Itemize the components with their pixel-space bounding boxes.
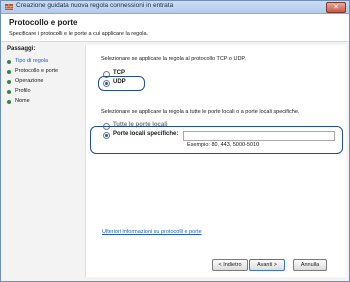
ports-example: Esempio: 80, 443, 5000-5010 — [187, 142, 260, 148]
step-label: Nome — [15, 98, 30, 104]
radio-specific-ports-circle[interactable] — [103, 132, 110, 139]
step-bullet-icon — [7, 70, 11, 74]
radio-specific-ports[interactable]: Porte locali specifiche: — [103, 131, 181, 140]
window-title: Creazione guidata nuova regola connessio… — [16, 2, 174, 9]
radio-udp[interactable]: UDP — [103, 79, 163, 88]
wizard-header: Protocollo e porte Specificare i protoco… — [1, 14, 349, 42]
close-button[interactable]: ✕ — [326, 2, 346, 13]
close-icon: ✕ — [333, 4, 339, 11]
step-bullet-icon — [7, 100, 11, 104]
main-content: Selezionare se applicare la regola al pr… — [85, 45, 346, 277]
cancel-button[interactable]: Annulla — [293, 259, 327, 271]
protocol-question: Selezionare se applicare la regola al pr… — [101, 56, 246, 62]
next-button[interactable]: Avanti > — [249, 259, 285, 271]
step-profilo[interactable]: Profilo — [4, 87, 82, 96]
step-bullet-icon — [7, 80, 11, 84]
back-button[interactable]: < Indietro — [212, 259, 248, 271]
radio-udp-circle[interactable] — [103, 80, 110, 87]
step-label: Profilo — [15, 88, 31, 94]
wizard-window: Creazione guidata nuova regola connessio… — [0, 0, 350, 282]
ports-question: Selezionare se applicare la regola a tut… — [101, 109, 300, 115]
page-subtitle: Specificare i protocolli e le porte a cu… — [9, 31, 149, 37]
step-nome[interactable]: Nome — [4, 97, 82, 106]
step-label: Operazione — [15, 78, 44, 84]
firewall-icon — [5, 4, 13, 10]
step-bullet-icon — [7, 60, 11, 64]
step-label: Tipo di regola — [15, 58, 49, 64]
step-label: Protocollo e porte — [15, 68, 59, 74]
steps-panel: Passaggi: Tipo di regola Protocollo e po… — [4, 45, 82, 271]
step-protocollo-e-porte[interactable]: Protocollo e porte — [4, 67, 82, 76]
page-title: Protocollo e porte — [9, 18, 78, 27]
specific-ports-input[interactable] — [183, 131, 335, 141]
step-bullet-icon — [7, 90, 11, 94]
step-tipo-di-regola[interactable]: Tipo di regola — [4, 57, 82, 66]
steps-heading: Passaggi: — [7, 46, 36, 52]
radio-udp-label: UDP — [113, 79, 126, 85]
title-bar: Creazione guidata nuova regola connessio… — [1, 1, 349, 14]
radio-specific-ports-label: Porte locali specifiche: — [113, 131, 179, 137]
step-operazione[interactable]: Operazione — [4, 77, 82, 86]
more-info-link[interactable]: Ulteriori informazioni su protocolli e p… — [102, 229, 202, 235]
